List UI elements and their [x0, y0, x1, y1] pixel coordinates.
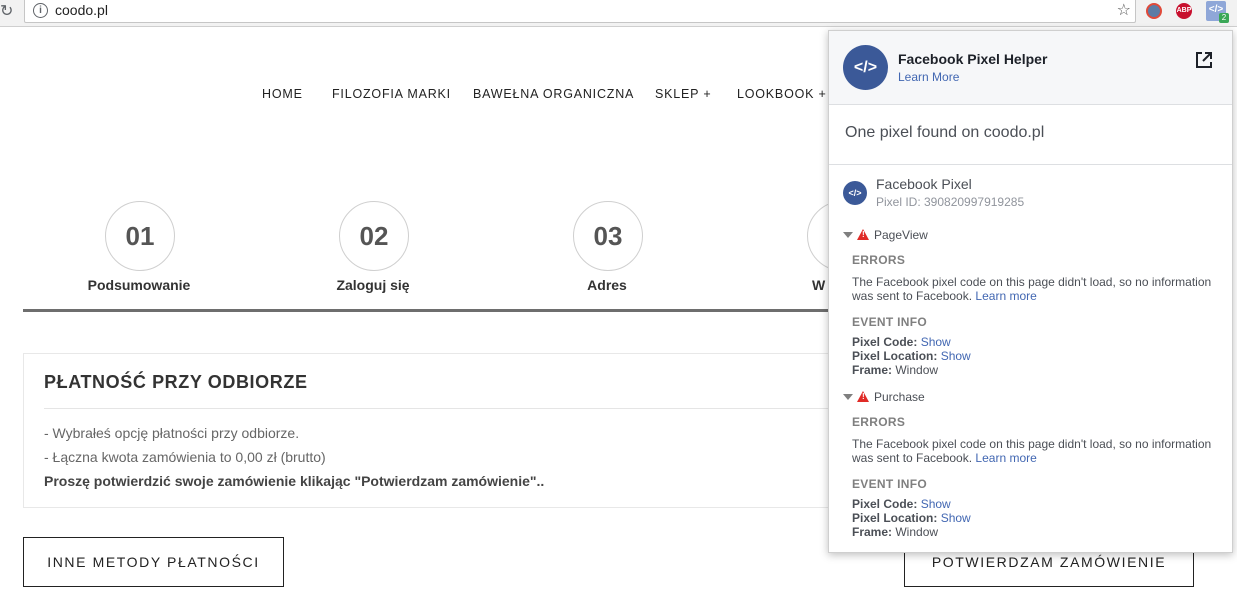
steps-progress-line — [23, 309, 923, 312]
step-3-label: Adres — [587, 277, 627, 293]
nav-item-lookbook[interactable]: LOOKBOOK + — [737, 87, 827, 101]
step-4-label: W — [812, 277, 826, 293]
error-learn-more-link[interactable]: Learn more — [975, 289, 1036, 303]
browser-toolbar: ↻ i coodo.pl ☆ ABP </> 2 — [0, 0, 1237, 27]
pixel-location-label: Pixel Location: — [852, 349, 938, 363]
warning-mark: ! — [862, 230, 865, 239]
pixel-location-show-link[interactable]: Show — [941, 511, 971, 525]
event-info-title: EVENT INFO — [852, 477, 928, 491]
nav-item-sklep[interactable]: SKLEP + — [655, 87, 711, 101]
url-text[interactable]: coodo.pl — [55, 2, 108, 18]
open-external-icon[interactable] — [1195, 51, 1213, 69]
popup-header: </> Facebook Pixel Helper Learn More — [829, 31, 1232, 105]
frame-row: Frame: Window — [852, 525, 938, 539]
frame-label: Frame: — [852, 525, 893, 539]
frame-label: Frame: — [852, 363, 893, 377]
step-2-circle: 02 — [339, 201, 409, 271]
address-bar[interactable]: i coodo.pl ☆ — [24, 0, 1136, 23]
error-learn-more-link[interactable]: Learn more — [975, 451, 1036, 465]
pixel-helper-popup: </> Facebook Pixel Helper Learn More One… — [828, 30, 1233, 553]
pixel-helper-logo-icon: </> — [843, 45, 888, 90]
step-1-label: Podsumowanie — [87, 277, 191, 293]
pixel-id: Pixel ID: 390820997919285 — [876, 195, 1025, 209]
errors-title: ERRORS — [852, 253, 906, 267]
errors-title: ERRORS — [852, 415, 906, 429]
pixel-location-label: Pixel Location: — [852, 511, 938, 525]
info-icon[interactable]: i — [33, 3, 48, 18]
pixel-code-label: Pixel Code: — [852, 335, 918, 349]
collapse-caret-icon[interactable] — [843, 394, 853, 400]
other-payment-methods-button[interactable]: INNE METODY PŁATNOŚCI — [23, 537, 284, 587]
pixel-location-row: Pixel Location: Show — [852, 511, 971, 525]
frame-value: Window — [895, 525, 939, 539]
event-name-pageview[interactable]: PageView — [874, 228, 928, 242]
payment-title: PŁATNOŚĆ PRZY ODBIORZE — [44, 372, 308, 392]
event-name-purchase[interactable]: Purchase — [874, 390, 925, 404]
nav-item-filozofia-marki[interactable]: FILOZOFIA MARKI — [332, 87, 451, 101]
collapse-caret-icon[interactable] — [843, 232, 853, 238]
pixel-code-row: Pixel Code: Show — [852, 497, 951, 511]
pixel-code-show-link[interactable]: Show — [921, 335, 951, 349]
adblock-plus-icon[interactable]: ABP — [1176, 3, 1192, 19]
pixel-code-show-link[interactable]: Show — [921, 497, 951, 511]
step-1-circle: 01 — [105, 201, 175, 271]
error-message: The Facebook pixel code on this page did… — [852, 437, 1227, 465]
frame-row: Frame: Window — [852, 363, 938, 377]
error-message: The Facebook pixel code on this page did… — [852, 275, 1227, 303]
warning-mark: ! — [862, 392, 865, 401]
payment-summary-box: PŁATNOŚĆ PRZY ODBIORZE - Wybrałeś opcję … — [23, 353, 925, 508]
popup-title: Facebook Pixel Helper — [898, 51, 1048, 67]
pixels-found-text: One pixel found on coodo.pl — [845, 124, 1045, 141]
payment-confirm-instruction: Proszę potwierdzić swoje zamówienie klik… — [44, 473, 545, 489]
pixel-name: Facebook Pixel — [876, 176, 972, 192]
frame-value: Window — [895, 363, 939, 377]
step-2-label: Zaloguj się — [336, 277, 410, 293]
step-3-circle: 03 — [573, 201, 643, 271]
nav-item-bawelna-organiczna[interactable]: BAWEŁNA ORGANICZNA — [473, 87, 634, 101]
divider — [829, 164, 1232, 165]
learn-more-link[interactable]: Learn More — [898, 70, 959, 84]
nav-item-home[interactable]: HOME — [262, 87, 303, 101]
facebook-pixel-icon: </> — [843, 181, 867, 205]
bookmark-star-icon[interactable]: ☆ — [1117, 0, 1131, 20]
reload-icon[interactable]: ↻ — [0, 3, 18, 21]
pixel-code-label: Pixel Code: — [852, 497, 918, 511]
payment-info-line: - Wybrałeś opcję płatności przy odbiorze… — [44, 425, 300, 441]
extension-icon[interactable] — [1146, 3, 1162, 19]
event-info-title: EVENT INFO — [852, 315, 928, 329]
pixel-location-row: Pixel Location: Show — [852, 349, 971, 363]
pixel-location-show-link[interactable]: Show — [941, 349, 971, 363]
pixel-code-row: Pixel Code: Show — [852, 335, 951, 349]
payment-total-line: - Łączna kwota zamówienia to 0,00 zł (br… — [44, 449, 326, 465]
divider — [44, 408, 924, 409]
extension-badge: 2 — [1219, 13, 1229, 23]
